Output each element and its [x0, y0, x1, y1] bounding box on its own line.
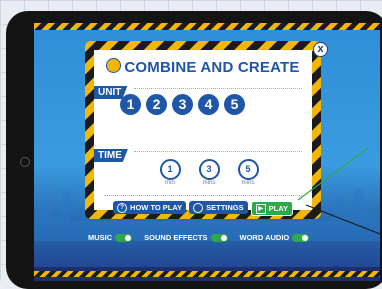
- hazard-stripe-bottom: [34, 267, 380, 281]
- music-toggle[interactable]: [115, 233, 133, 242]
- clock-icon: 1: [159, 159, 181, 180]
- title-text: COMBINE AND CREATE: [124, 59, 300, 76]
- game-title: COMBINE AND CREATE: [94, 58, 312, 76]
- timer-1-min-button[interactable]: 1 min: [158, 159, 182, 186]
- hazard-stripe-top: [34, 23, 380, 30]
- timer-unit-label: min: [165, 180, 175, 186]
- clock-icon: 5: [237, 159, 259, 180]
- audio-toggles: MUSIC SOUND EFFECTS WORD AUDIO: [88, 233, 310, 242]
- timer-unit-label: mins: [241, 180, 255, 186]
- music-toggle-item: MUSIC: [88, 233, 133, 242]
- unit-divider: [134, 88, 302, 89]
- timer-unit-label: mins: [202, 180, 216, 186]
- word-audio-toggle-item: WORD AUDIO: [240, 233, 310, 242]
- unit-1-button[interactable]: 1: [120, 94, 141, 115]
- sound-effects-label: SOUND EFFECTS: [144, 233, 208, 242]
- how-to-play-button[interactable]: ? HOW TO PLAY: [113, 201, 187, 214]
- time-selector: 1 min 3 mins 5 mins: [158, 159, 260, 186]
- settings-button[interactable]: SETTINGS: [189, 201, 248, 214]
- buttons-divider: [104, 195, 302, 196]
- clock-icon: 3: [198, 159, 220, 180]
- gear-icon: [193, 202, 204, 213]
- sound-effects-toggle-item: SOUND EFFECTS: [144, 233, 228, 242]
- unit-5-button[interactable]: 5: [224, 94, 245, 115]
- unit-2-button[interactable]: 2: [146, 94, 167, 115]
- music-label: MUSIC: [88, 233, 113, 242]
- play-label: PLAY: [268, 204, 288, 213]
- game-menu-panel: COMBINE AND CREATE UNIT 1 2 3 4 5 TIME 1…: [85, 41, 321, 219]
- unit-4-button[interactable]: 4: [198, 94, 219, 115]
- unit-3-button[interactable]: 3: [172, 94, 193, 115]
- word-audio-label: WORD AUDIO: [239, 233, 290, 242]
- unit-selector: 1 2 3 4 5: [120, 94, 245, 115]
- time-divider: [134, 151, 302, 152]
- settings-label: SETTINGS: [206, 203, 244, 212]
- play-button[interactable]: ▶ PLAY: [250, 201, 293, 216]
- camera-dot: [20, 157, 30, 167]
- question-icon: ?: [117, 202, 128, 213]
- close-icon[interactable]: x: [313, 42, 328, 57]
- timer-5-mins-button[interactable]: 5 mins: [236, 159, 260, 186]
- timer-3-mins-button[interactable]: 3 mins: [197, 159, 221, 186]
- emblem-icon: [106, 58, 122, 73]
- word-audio-toggle[interactable]: [292, 233, 310, 242]
- play-icon: ▶: [255, 203, 266, 214]
- sound-effects-toggle[interactable]: [210, 233, 228, 242]
- how-to-play-label: HOW TO PLAY: [130, 203, 183, 212]
- time-label: TIME: [94, 149, 128, 162]
- action-buttons: ? HOW TO PLAY SETTINGS ▶ PLAY: [94, 201, 312, 216]
- panel-content: COMBINE AND CREATE UNIT 1 2 3 4 5 TIME 1…: [94, 50, 312, 216]
